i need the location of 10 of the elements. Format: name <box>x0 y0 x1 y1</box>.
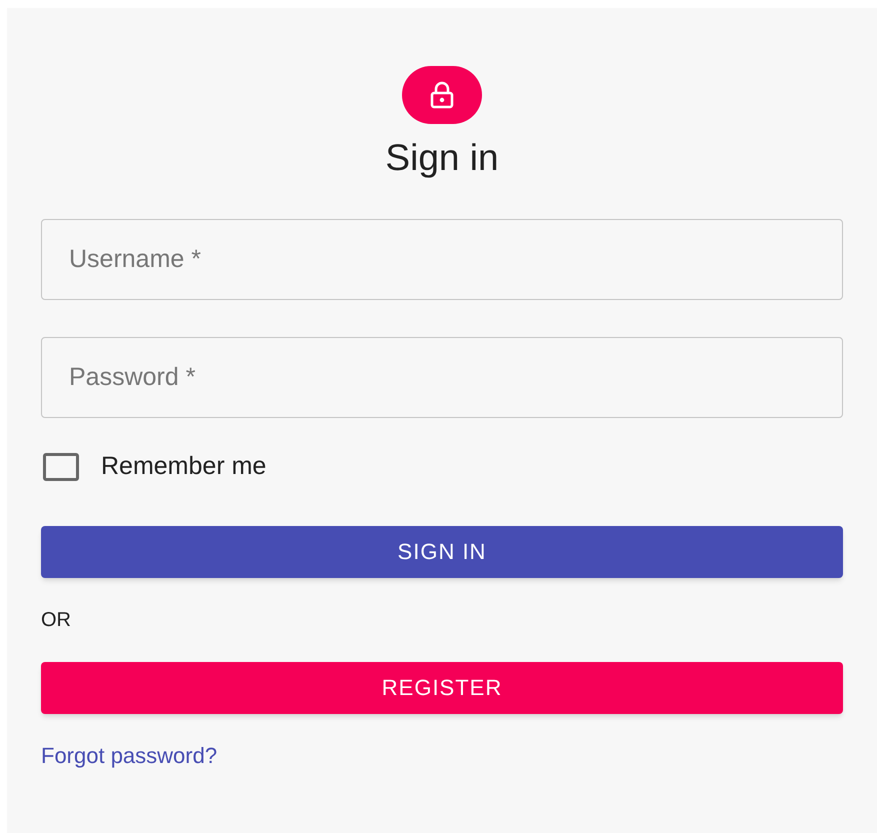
input-field[interactable]: Password * <box>41 337 843 418</box>
register-button[interactable]: REGISTER <box>41 662 843 714</box>
input-field[interactable]: Username * <box>41 219 843 300</box>
page-title: Sign in <box>385 136 499 180</box>
remember-label: Remember me <box>101 451 266 482</box>
checkbox[interactable] <box>43 452 79 481</box>
separator-text: OR <box>41 608 71 632</box>
sign-in-button[interactable]: SIGN IN <box>41 526 843 578</box>
lock-icon <box>429 81 455 109</box>
forgot-password-link[interactable]: Forgot password? <box>41 738 218 772</box>
